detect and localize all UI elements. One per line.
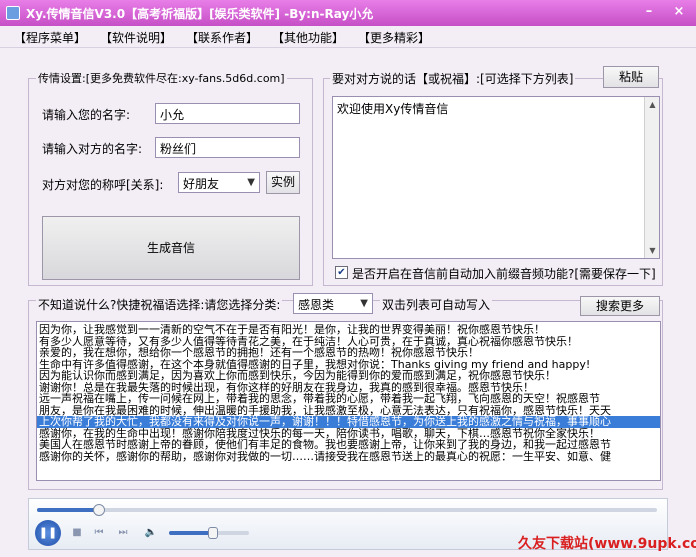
window-title: Xy.传情音信V3.0【高考祈福版】[娱乐类软件] -By:n-Ray小允	[26, 7, 374, 21]
menu-more[interactable]: 【更多精彩】	[358, 29, 430, 46]
blessing-item[interactable]: 远一声祝福在嘴上，传一问候在网上，带着我的思念，带着我的心愿，带着我一起飞翔，飞…	[37, 393, 660, 405]
seek-bar[interactable]	[37, 504, 657, 516]
chevron-down-icon: ▼	[360, 298, 368, 309]
blessing-item[interactable]: 因为你，让我感觉到一一清新的空气不在于是否有阳光！是你，让我的世界变得美丽！祝你…	[37, 324, 660, 336]
pause-icon[interactable]: ❚❚	[35, 520, 61, 546]
menu-help[interactable]: 【软件说明】	[100, 29, 172, 46]
volume-level	[169, 531, 213, 535]
blessing-item[interactable]: 上次你帮了我的大忙，我都没有来得及对你说一声，谢谢！！！特借感恩节，为你送上我的…	[37, 416, 660, 428]
scroll-down-icon[interactable]: ▼	[645, 243, 659, 258]
blessing-item[interactable]: 亲爱的，我在想你，想给你一个感恩节的拥抱！还有一个感恩节的热吻！祝你感恩节快乐！	[37, 347, 660, 359]
title-bar: Xy.传情音信V3.0【高考祈福版】[娱乐类软件] -By:n-Ray小允 – …	[0, 0, 696, 26]
menu-other[interactable]: 【其他功能】	[272, 29, 344, 46]
next-icon[interactable]: ⏭	[115, 525, 131, 541]
message-label: 要对对方说的话【或祝福】:[可选择下方列表]	[330, 70, 576, 87]
blessing-item[interactable]: 生命中有许多值得感谢，在这个本身就值得感谢的日子里，我想对你说：Thanks g…	[37, 359, 660, 371]
their-name-input[interactable]: 粉丝们	[155, 137, 300, 158]
relation-value: 好朋友	[183, 177, 220, 191]
blessing-item[interactable]: 美国人在感恩节时感谢上帝的眷顾，使他们有丰足的食物。我也要感谢上帝，让你来到了我…	[37, 439, 660, 451]
blessings-list[interactable]: 因为你，让我感觉到一一清新的空气不在于是否有阳光！是你，让我的世界变得美丽！祝你…	[36, 321, 661, 481]
prev-icon[interactable]: ⏮	[91, 525, 107, 541]
seek-progress	[37, 508, 99, 512]
scroll-up-icon[interactable]: ▲	[645, 97, 659, 112]
watermark-text: 久友下载站(www.9upk.com)	[518, 536, 696, 552]
blessing-item[interactable]: 谢谢你！总是在我最失落的时候出现，有你这样的好朋友在我身边，我真的感到很幸福。感…	[37, 382, 660, 394]
volume-handle[interactable]	[208, 527, 218, 539]
prefix-audio-checkbox[interactable]: ✔	[335, 266, 348, 279]
stop-icon[interactable]: ■	[69, 525, 85, 541]
blessing-item[interactable]: 有多少人愿意等待，又有多少人值得等待青花之美，在于纯洁！人心可贵，在于真诚，真心…	[37, 336, 660, 348]
category-value: 感恩类	[298, 298, 335, 312]
blessing-item[interactable]: 因为能认识你而感到满足，因为喜欢上你而感到快乐，今因为能得到你的爱而感到满足，祝…	[37, 370, 660, 382]
your-name-label: 请输入您的名字:	[42, 108, 131, 122]
volume-slider[interactable]	[169, 527, 249, 539]
blessing-item[interactable]: 感谢你的关怀，感谢你的帮助，感谢你对我做的一切……请接受我在感恩节送上的最真心的…	[37, 451, 660, 463]
menu-contact[interactable]: 【联系作者】	[186, 29, 258, 46]
their-name-label: 请输入对方的名字:	[42, 142, 143, 156]
prefix-audio-label: 是否开启在音信前自动加入前缀音频功能?[需要保存一下]	[352, 267, 656, 281]
blessing-item[interactable]: 感谢你，在我的生命中出现！感谢你陪我度过快乐的每一天，陪你读书，唱歌，聊天，下棋…	[37, 428, 660, 440]
menu-bar: 【程序菜单】 【软件说明】 【联系作者】 【其他功能】 【更多精彩】	[0, 26, 696, 48]
generate-button[interactable]: 生成音信	[42, 216, 300, 280]
mute-icon[interactable]: 🔈	[143, 525, 159, 541]
menu-program[interactable]: 【程序菜单】	[14, 29, 86, 46]
paste-button[interactable]: 粘贴	[603, 66, 659, 88]
search-more-button[interactable]: 搜索更多	[580, 296, 660, 316]
seek-handle[interactable]	[93, 504, 105, 516]
category-select[interactable]: 感恩类 ▼	[293, 293, 373, 314]
message-textarea[interactable]: 欢迎使用Xy传情音信 ▲ ▼	[332, 96, 660, 259]
settings-group-label: 传情设置:[更多免费软件尽在:xy-fans.5d6d.com]	[36, 70, 287, 86]
message-text: 欢迎使用Xy传情音信	[337, 102, 449, 116]
minimize-button[interactable]: –	[636, 2, 662, 22]
your-name-input[interactable]: 小允	[155, 103, 300, 124]
close-button[interactable]: ×	[666, 2, 692, 22]
blessings-prompt-label: 不知道说什么?快捷祝福语选择:请您选择分类:	[36, 296, 283, 313]
example-button[interactable]: 实例	[266, 171, 300, 194]
app-icon	[6, 6, 20, 20]
blessing-item[interactable]: 朋友，是你在我最困难的时候，伸出温暖的手援助我，让我感激至极，心意无法表达，只有…	[37, 405, 660, 417]
double-click-hint: 双击列表可自动写入	[380, 296, 493, 313]
relation-select[interactable]: 好朋友 ▼	[178, 172, 260, 193]
relation-label: 对方对您的称呼[关系]:	[42, 178, 164, 192]
message-scrollbar[interactable]: ▲ ▼	[644, 97, 659, 258]
check-icon: ✔	[337, 267, 346, 278]
chevron-down-icon: ▼	[247, 177, 255, 188]
